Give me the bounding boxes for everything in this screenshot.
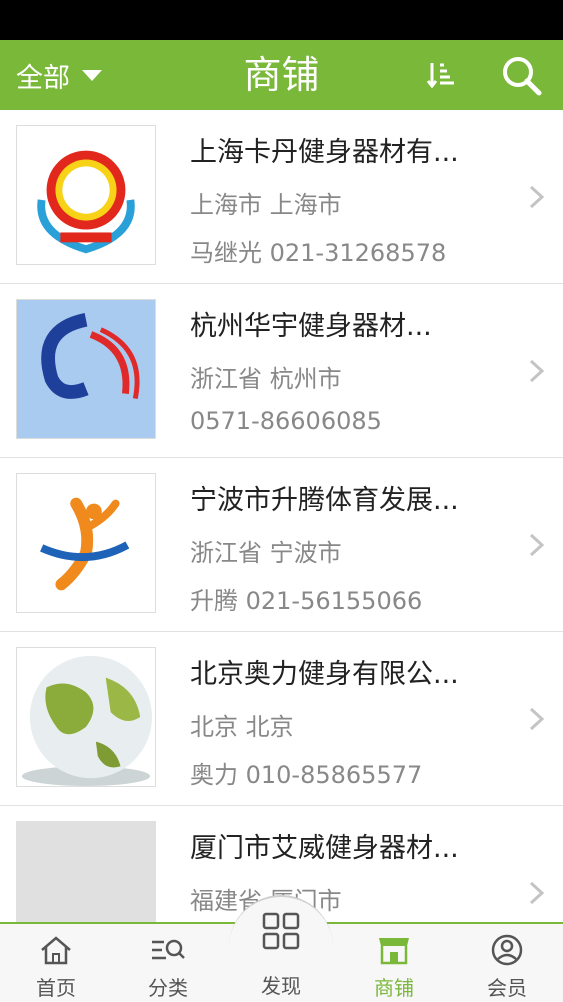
member-icon bbox=[491, 934, 523, 966]
shop-location: 浙江省 杭州市 bbox=[190, 365, 342, 393]
shop-location: 北京 北京 bbox=[190, 713, 294, 741]
kd-emblem-logo bbox=[37, 150, 135, 254]
placeholder-logo bbox=[16, 821, 156, 922]
nav-category[interactable]: 分类 bbox=[112, 924, 224, 1002]
shop-name: 杭州华宇健身器材... bbox=[190, 311, 432, 342]
shop-contact: 升腾 021-56155066 bbox=[190, 587, 423, 615]
globe-logo bbox=[17, 648, 155, 786]
nav-category-label: 分类 bbox=[148, 976, 188, 1000]
shop-logo bbox=[16, 125, 156, 265]
shop-contact: 0571-86606085 bbox=[190, 407, 382, 435]
nav-discover-label: 发现 bbox=[261, 974, 301, 998]
grid-icon bbox=[262, 912, 300, 950]
shop-logo bbox=[16, 647, 156, 787]
chevron-right-icon bbox=[529, 707, 545, 731]
shop-logo bbox=[16, 299, 156, 439]
shop-logo bbox=[16, 473, 156, 613]
shop-name: 北京奥力健身有限公... bbox=[190, 659, 459, 690]
nav-home[interactable]: 首页 bbox=[0, 924, 112, 1002]
shengteng-figure-logo bbox=[40, 497, 130, 591]
lvzhou-logo bbox=[17, 300, 155, 438]
shop-name: 厦门市艾威健身器材... bbox=[190, 833, 459, 864]
shop-item[interactable]: 宁波市升腾体育发展... 浙江省 宁波市 升腾 021-56155066 bbox=[0, 458, 563, 632]
storefront-icon bbox=[379, 938, 409, 965]
nav-shops-label: 商铺 bbox=[374, 976, 414, 1000]
shop-item[interactable]: 北京奥力健身有限公... 北京 北京 奥力 010-85865577 bbox=[0, 632, 563, 806]
shop-list[interactable]: 上海卡丹健身器材有... 上海市 上海市 马继光 021-31268578 杭州… bbox=[0, 110, 563, 922]
nav-shops[interactable]: 商铺 bbox=[338, 924, 450, 1002]
nav-member-label: 会员 bbox=[487, 976, 527, 1000]
home-icon bbox=[41, 936, 71, 965]
search-icon bbox=[503, 57, 542, 96]
sort-icon bbox=[426, 63, 454, 89]
chevron-right-icon bbox=[529, 359, 545, 383]
chevron-right-icon bbox=[529, 185, 545, 209]
search-button[interactable] bbox=[500, 54, 542, 96]
nav-discover[interactable]: 发现 bbox=[229, 910, 333, 1000]
shop-item[interactable]: 上海卡丹健身器材有... 上海市 上海市 马继光 021-31268578 bbox=[0, 110, 563, 284]
shop-contact: 奥力 010-85865577 bbox=[190, 761, 423, 789]
shop-item[interactable]: 杭州华宇健身器材... 浙江省 杭州市 0571-86606085 bbox=[0, 284, 563, 458]
chevron-right-icon bbox=[529, 533, 545, 557]
category-list-icon bbox=[152, 939, 185, 960]
shop-contact: 马继光 021-31268578 bbox=[190, 239, 447, 267]
page-title: 商铺 bbox=[243, 53, 320, 97]
sort-button[interactable] bbox=[426, 59, 458, 91]
chevron-right-icon bbox=[529, 881, 545, 905]
nav-home-label: 首页 bbox=[36, 976, 76, 1000]
shop-location: 浙江省 宁波市 bbox=[190, 539, 342, 567]
shop-location: 上海市 上海市 bbox=[190, 191, 342, 219]
status-bar bbox=[0, 0, 563, 40]
shop-name: 宁波市升腾体育发展... bbox=[190, 485, 459, 516]
header-bar: 全部 商铺 bbox=[0, 40, 563, 110]
nav-member[interactable]: 会员 bbox=[451, 924, 563, 1002]
shop-name: 上海卡丹健身器材有... bbox=[190, 137, 459, 168]
shop-logo bbox=[16, 821, 156, 922]
